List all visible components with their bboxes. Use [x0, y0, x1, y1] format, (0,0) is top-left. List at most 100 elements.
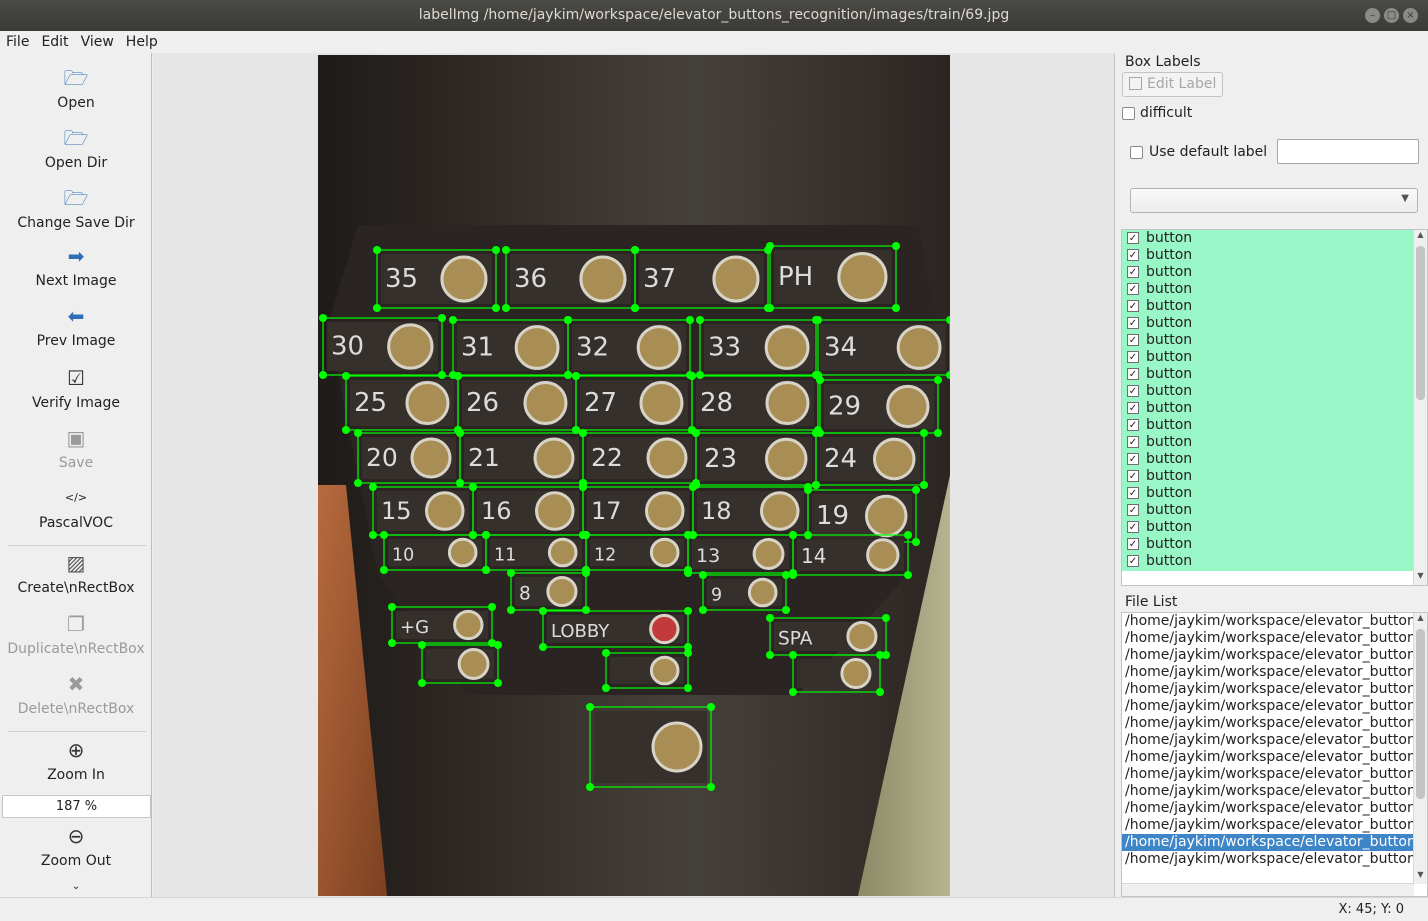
box-vertex-handle[interactable] — [696, 371, 704, 379]
box-vertex-handle[interactable] — [882, 614, 890, 622]
box-vertex-handle[interactable] — [904, 531, 912, 539]
label-checkbox[interactable]: ✓ — [1127, 368, 1139, 380]
label-list-item[interactable]: ✓ button — [1122, 230, 1414, 247]
box-vertex-handle[interactable] — [373, 304, 381, 312]
file-list-item[interactable]: /home/jaykim/workspace/elevator_button — [1122, 834, 1414, 851]
box-vertex-handle[interactable] — [507, 569, 515, 577]
label-checkbox[interactable]: ✓ — [1127, 232, 1139, 244]
label-list-item[interactable]: ✓ button — [1122, 519, 1414, 536]
box-vertex-handle[interactable] — [699, 606, 707, 614]
box-vertex-handle[interactable] — [766, 614, 774, 622]
box-vertex-handle[interactable] — [494, 641, 502, 649]
box-vertex-handle[interactable] — [782, 606, 790, 614]
box-vertex-handle[interactable] — [380, 531, 388, 539]
file-list-item[interactable]: /home/jaykim/workspace/elevator_button — [1122, 698, 1414, 715]
box-vertex-handle[interactable] — [812, 481, 820, 489]
box-vertex-handle[interactable] — [579, 429, 587, 437]
label-list-item[interactable]: ✓ button — [1122, 485, 1414, 502]
file-list-scrollbar[interactable]: ▲ ▼ — [1413, 613, 1427, 884]
maximize-icon[interactable]: □ — [1384, 8, 1399, 23]
label-checkbox[interactable]: ✓ — [1127, 436, 1139, 448]
label-list-item[interactable]: ✓ button — [1122, 400, 1414, 417]
box-vertex-handle[interactable] — [418, 679, 426, 687]
box-vertex-handle[interactable] — [812, 316, 820, 324]
default-label-input[interactable] — [1277, 139, 1419, 164]
bounding-box[interactable] — [586, 703, 715, 791]
bounding-box[interactable]: 36 — [502, 246, 639, 312]
box-vertex-handle[interactable] — [789, 531, 797, 539]
box-vertex-handle[interactable] — [684, 569, 692, 577]
label-list[interactable]: ✓ button ✓ button ✓ button ✓ button ✓ button ✓ butt… — [1121, 229, 1428, 586]
use-default-label-checkbox[interactable] — [1130, 146, 1143, 159]
zoom-in-button[interactable]: ⊕ Zoom In — [0, 735, 152, 785]
box-vertex-handle[interactable] — [507, 606, 515, 614]
file-list-item[interactable]: /home/jaykim/workspace/elevator_button — [1122, 664, 1414, 681]
label-checkbox[interactable]: ✓ — [1127, 266, 1139, 278]
box-vertex-handle[interactable] — [582, 569, 590, 577]
label-list-item[interactable]: ✓ button — [1122, 349, 1414, 366]
box-vertex-handle[interactable] — [686, 316, 694, 324]
bounding-box[interactable]: 33 — [696, 316, 822, 379]
bounding-box[interactable]: 28 — [688, 372, 822, 434]
box-vertex-handle[interactable] — [502, 304, 510, 312]
menu-view[interactable]: View — [75, 31, 120, 53]
label-list-item[interactable]: ✓ button — [1122, 553, 1414, 570]
box-vertex-handle[interactable] — [539, 607, 547, 615]
scroll-down-icon[interactable]: ▼ — [1414, 571, 1427, 585]
box-vertex-handle[interactable] — [354, 429, 362, 437]
edit-label-button[interactable]: Edit Label — [1122, 72, 1223, 97]
box-vertex-handle[interactable] — [934, 429, 942, 437]
box-vertex-handle[interactable] — [696, 316, 704, 324]
scroll-down-icon[interactable]: ▼ — [1414, 870, 1427, 884]
label-checkbox[interactable]: ✓ — [1127, 453, 1139, 465]
label-combo-box[interactable]: ▼ — [1130, 188, 1418, 213]
box-vertex-handle[interactable] — [699, 571, 707, 579]
box-vertex-handle[interactable] — [688, 372, 696, 380]
bounding-box[interactable]: 15 — [369, 483, 477, 539]
prev-image-button[interactable]: ⬅ Prev Image — [0, 301, 152, 351]
label-checkbox[interactable]: ✓ — [1127, 470, 1139, 482]
box-vertex-handle[interactable] — [488, 603, 496, 611]
bounding-box[interactable]: 35 — [373, 246, 500, 312]
label-checkbox[interactable]: ✓ — [1127, 334, 1139, 346]
box-vertex-handle[interactable] — [684, 531, 692, 539]
box-vertex-handle[interactable] — [804, 486, 812, 494]
box-vertex-handle[interactable] — [789, 571, 797, 579]
bounding-box[interactable]: 20 — [354, 429, 464, 487]
box-vertex-handle[interactable] — [388, 639, 396, 647]
box-vertex-handle[interactable] — [319, 371, 327, 379]
file-list-item[interactable]: /home/jaykim/workspace/elevator_button — [1122, 851, 1414, 868]
label-checkbox[interactable]: ✓ — [1127, 249, 1139, 261]
label-checkbox[interactable]: ✓ — [1127, 487, 1139, 499]
chevron-down-icon[interactable]: ⌄ — [0, 881, 152, 892]
label-list-item[interactable]: ✓ button — [1122, 281, 1414, 298]
change-save-dir-button[interactable]: 🗁 Change Save Dir — [0, 183, 152, 233]
box-vertex-handle[interactable] — [766, 304, 774, 312]
scroll-up-icon[interactable]: ▲ — [1414, 613, 1427, 627]
box-vertex-handle[interactable] — [369, 531, 377, 539]
label-list-item[interactable]: ✓ button — [1122, 468, 1414, 485]
scroll-thumb[interactable] — [1416, 629, 1425, 799]
box-vertex-handle[interactable] — [539, 643, 547, 651]
box-vertex-handle[interactable] — [449, 316, 457, 324]
file-list[interactable]: /home/jaykim/workspace/elevator_button/h… — [1121, 612, 1428, 897]
box-vertex-handle[interactable] — [692, 429, 700, 437]
bounding-box[interactable]: 24 — [812, 429, 928, 489]
box-vertex-handle[interactable] — [602, 684, 610, 692]
file-list-item[interactable]: /home/jaykim/workspace/elevator_button — [1122, 613, 1414, 630]
box-vertex-handle[interactable] — [380, 566, 388, 574]
duplicate-box-button[interactable]: ❐ Duplicate\nRectBox — [0, 609, 152, 659]
bounding-box[interactable]: 17 — [579, 483, 697, 539]
bounding-box[interactable]: 25 — [342, 372, 462, 434]
label-list-scrollbar[interactable]: ▲ ▼ — [1413, 230, 1427, 585]
box-vertex-handle[interactable] — [456, 429, 464, 437]
box-vertex-handle[interactable] — [492, 246, 500, 254]
label-checkbox[interactable]: ✓ — [1127, 300, 1139, 312]
box-vertex-handle[interactable] — [564, 371, 572, 379]
box-vertex-handle[interactable] — [946, 371, 950, 379]
box-vertex-handle[interactable] — [469, 483, 477, 491]
label-list-item[interactable]: ✓ button — [1122, 366, 1414, 383]
box-vertex-handle[interactable] — [631, 304, 639, 312]
label-list-item[interactable]: ✓ button — [1122, 315, 1414, 332]
box-vertex-handle[interactable] — [369, 483, 377, 491]
